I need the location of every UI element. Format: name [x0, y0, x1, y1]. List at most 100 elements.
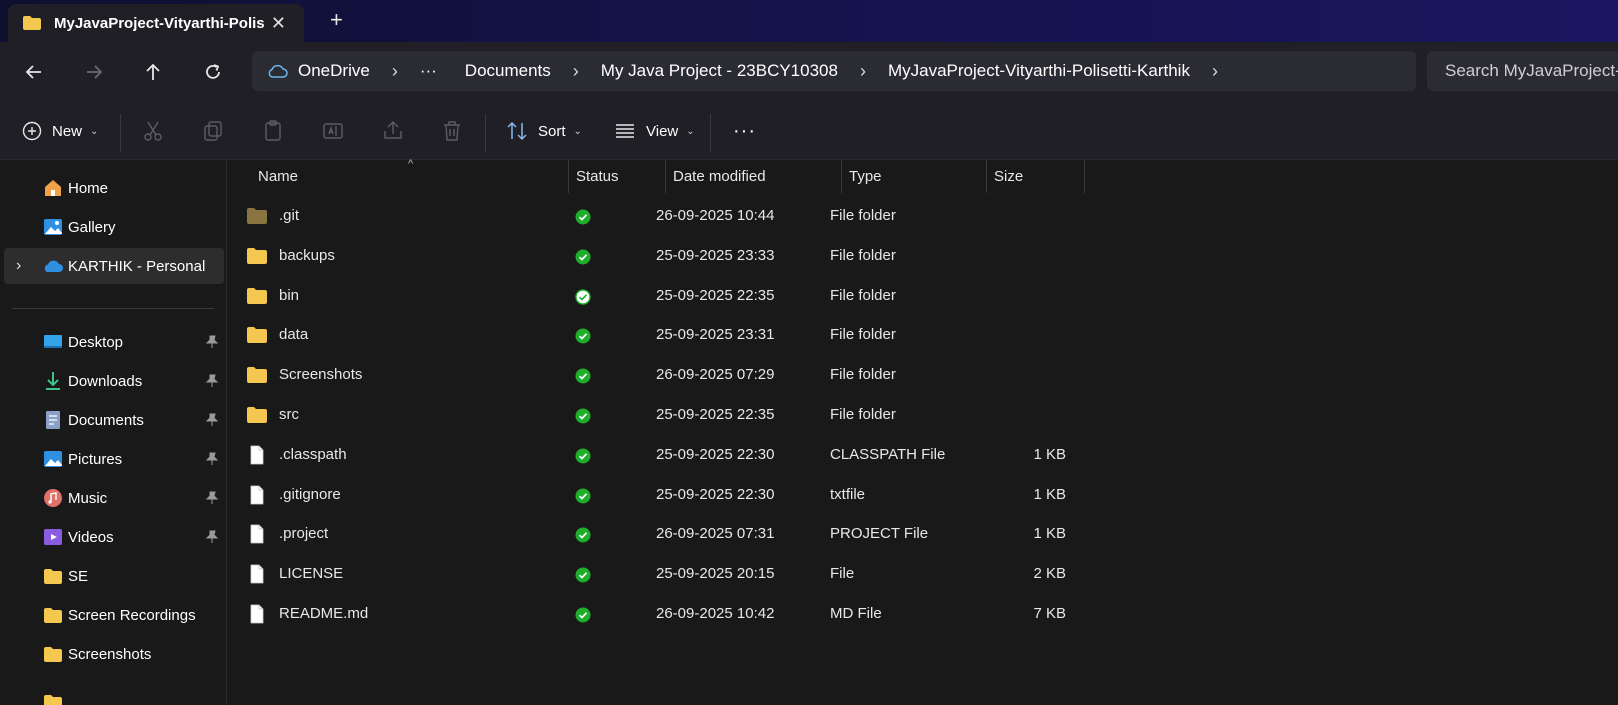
pin-icon[interactable] — [206, 374, 218, 388]
file-type: File — [830, 565, 855, 583]
title-bar: MyJavaProject-Vityarthi-Polis ✕ + — [0, 0, 1618, 42]
list-view-icon — [616, 124, 634, 138]
breadcrumb-documents[interactable]: Documents — [465, 61, 551, 81]
sidebar-item-home[interactable]: Home — [4, 170, 224, 206]
paste-icon[interactable] — [261, 119, 285, 143]
column-label: Name — [258, 168, 299, 185]
sidebar-item-screen-recordings[interactable]: Screen Recordings — [4, 597, 224, 633]
file-type: File folder — [830, 326, 896, 344]
forward-button[interactable] — [80, 58, 108, 86]
refresh-button[interactable] — [199, 58, 227, 86]
sidebar-item-partial[interactable] — [4, 675, 224, 705]
table-row[interactable]: Screenshots 26-09-2025 07:29 File folder — [238, 356, 1318, 396]
sidebar-item-desktop[interactable]: Desktop — [4, 324, 224, 360]
pin-icon[interactable] — [206, 530, 218, 544]
folder-icon — [44, 569, 62, 584]
column-header-type[interactable]: Type — [842, 160, 987, 193]
rename-icon[interactable] — [321, 119, 345, 143]
share-icon[interactable] — [381, 119, 405, 143]
sidebar-item-label: Screen Recordings — [68, 606, 196, 624]
pin-icon[interactable] — [206, 335, 218, 349]
chevron-right-icon[interactable]: › — [573, 61, 579, 82]
sidebar-item-videos[interactable]: Videos — [4, 519, 224, 555]
file-type: txtfile — [830, 485, 866, 503]
command-bar: New ⌄ Sort ⌄ View ⌄ ··· — [0, 102, 1618, 160]
back-button[interactable] — [20, 58, 48, 86]
search-input[interactable]: Search MyJavaProject-Vityarthi-Polisetti… — [1427, 51, 1618, 91]
delete-icon[interactable] — [440, 119, 464, 143]
file-name: .classpath — [279, 445, 347, 463]
chevron-right-icon[interactable]: › — [1212, 61, 1218, 82]
new-tab-button[interactable]: + — [330, 9, 343, 31]
tab-current-folder[interactable]: MyJavaProject-Vityarthi-Polis ✕ — [8, 4, 304, 42]
file-name: Screenshots — [279, 366, 363, 384]
breadcrumb-current-folder[interactable]: MyJavaProject-Vityarthi-Polisetti-Karthi… — [888, 61, 1190, 81]
table-row[interactable]: data 25-09-2025 23:31 File folder — [238, 316, 1318, 356]
table-row[interactable]: .git 26-09-2025 10:44 File folder — [238, 197, 1318, 237]
sidebar-item-gallery[interactable]: Gallery — [4, 209, 224, 245]
column-label: Type — [849, 168, 882, 185]
tab-title: MyJavaProject-Vityarthi-Polis — [54, 14, 264, 32]
sidebar-item-label: Gallery — [68, 218, 116, 236]
document-icon — [46, 411, 60, 429]
file-date-modified: 25-09-2025 23:33 — [656, 246, 775, 264]
table-row[interactable]: backups 25-09-2025 23:33 File folder — [238, 237, 1318, 277]
sidebar-item-pictures[interactable]: Pictures — [4, 441, 224, 477]
column-header-name[interactable]: Name — [258, 160, 569, 193]
plus-circle-icon — [22, 121, 42, 141]
desktop-icon — [44, 335, 62, 348]
table-row[interactable]: .project 26-09-2025 07:31 PROJECT File 1 KB — [238, 515, 1318, 555]
breadcrumb-onedrive[interactable]: OneDrive — [298, 61, 370, 81]
sidebar-item-label: Downloads — [68, 372, 143, 390]
sidebar-item-music[interactable]: Music — [4, 480, 224, 516]
sync-available-icon — [575, 288, 591, 305]
file-size: 1 KB — [1033, 445, 1066, 463]
sidebar-item-downloads[interactable]: Downloads — [4, 363, 224, 399]
up-button[interactable] — [139, 58, 167, 86]
file-name: LICENSE — [279, 565, 344, 583]
pin-icon[interactable] — [206, 413, 218, 427]
chevron-right-icon[interactable]: › — [392, 61, 398, 82]
search-placeholder: Search MyJavaProject-Vityarthi-Polisetti… — [1445, 61, 1618, 80]
column-header-size[interactable]: Size — [987, 160, 1085, 193]
music-icon — [44, 489, 62, 507]
sidebar-item-documents[interactable]: Documents — [4, 402, 224, 438]
table-row[interactable]: LICENSE 25-09-2025 20:15 File 2 KB — [238, 555, 1318, 595]
breadcrumb-ellipsis[interactable]: ··· — [420, 61, 437, 81]
refresh-icon — [206, 64, 220, 79]
chevron-right-icon[interactable]: › — [16, 257, 21, 275]
chevron-down-icon: ⌄ — [90, 125, 99, 137]
videos-icon — [44, 529, 62, 545]
folder-icon — [247, 247, 267, 264]
file-type: File folder — [830, 366, 896, 384]
address-bar[interactable]: OneDrive › ··· Documents › My Java Proje… — [252, 51, 1416, 91]
breadcrumb-java-project[interactable]: My Java Project - 23BCY10308 — [601, 61, 838, 81]
sync-status-icon — [575, 328, 591, 344]
table-row[interactable]: .classpath 25-09-2025 22:30 CLASSPATH File… — [238, 436, 1318, 476]
file-date-modified: 25-09-2025 22:35 — [656, 286, 775, 304]
sidebar-item-label: Pictures — [68, 450, 123, 468]
sidebar-item-label: Desktop — [68, 333, 124, 351]
column-header-status[interactable]: Status — [569, 160, 666, 193]
table-row[interactable]: README.md 26-09-2025 10:42 MD File 7 KB — [238, 595, 1318, 635]
table-row[interactable]: .gitignore 25-09-2025 22:30 txtfile 1 KB — [238, 476, 1318, 516]
chevron-right-icon[interactable]: › — [860, 61, 866, 82]
sidebar-item-screenshots[interactable]: Screenshots — [4, 636, 224, 672]
table-row[interactable]: bin 25-09-2025 22:35 File folder — [238, 277, 1318, 317]
pin-icon[interactable] — [206, 491, 218, 505]
new-button[interactable]: New ⌄ — [22, 116, 98, 146]
sidebar-item-se[interactable]: SE — [4, 558, 224, 594]
pin-icon[interactable] — [206, 452, 218, 466]
close-tab-icon[interactable]: ✕ — [271, 13, 286, 34]
see-more-button[interactable]: ··· — [733, 116, 756, 146]
column-header-date-modified[interactable]: Date modified — [666, 160, 842, 193]
sidebar-item-onedrive-personal[interactable]: › KARTHIK - Personal — [4, 248, 224, 284]
folder-icon — [247, 407, 267, 423]
cut-icon[interactable] — [141, 119, 165, 143]
file-icon — [250, 524, 264, 544]
table-row[interactable]: src 25-09-2025 22:35 File folder — [238, 396, 1318, 436]
copy-icon[interactable] — [201, 119, 225, 143]
sort-button[interactable]: Sort ⌄ — [506, 116, 582, 146]
view-button[interactable]: View ⌄ — [614, 116, 695, 146]
sync-status-icon — [575, 408, 591, 424]
